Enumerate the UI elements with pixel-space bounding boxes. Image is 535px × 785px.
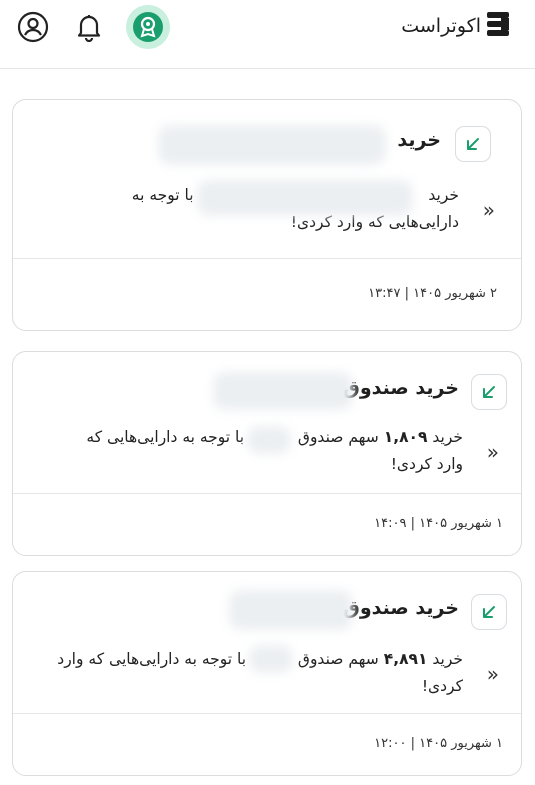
notification-date: ۲ شهریور ۱۴۰۵ | ۱۳:۴۷ xyxy=(368,286,497,301)
brand[interactable]: اکوتراست xyxy=(401,12,513,40)
notification-card[interactable]: خرید صندوق خرید ۱,۸۰۹ سهم صندوق با توجه … xyxy=(12,351,522,556)
notification-title: خرید صندوق xyxy=(342,377,459,399)
notification-card[interactable]: خرید خرید با توجه به دارایی‌هایی که وارد… xyxy=(12,99,522,331)
message-text: با توجه به xyxy=(131,186,194,204)
notification-card[interactable]: خرید صندوق خرید ۴,۸۹۱ سهم صندوق با توجه … xyxy=(12,571,522,776)
notification-title: خرید xyxy=(397,129,441,151)
message-text: سهم صندوق xyxy=(297,650,379,668)
notification-date: ۱ شهریور ۱۴۰۵ | ۱۴:۰۹ xyxy=(374,516,503,531)
divider xyxy=(13,713,521,714)
message-text: خرید xyxy=(428,186,459,204)
bell-icon[interactable] xyxy=(70,8,108,46)
badge-icon[interactable] xyxy=(126,5,170,49)
message-text: خرید xyxy=(432,650,463,668)
redacted-name xyxy=(229,590,353,630)
redacted-name xyxy=(158,125,386,165)
redacted-name xyxy=(213,372,353,410)
message-text: با توجه به دارایی‌هایی که وارد xyxy=(57,650,247,668)
redacted-name xyxy=(247,426,291,454)
brand-logo-icon xyxy=(487,12,513,40)
share-amount: ۱,۸۰۹ xyxy=(383,428,428,446)
message-text: کردی! xyxy=(421,677,463,695)
message-text: وارد کردی! xyxy=(390,455,463,473)
notification-date: ۱ شهریور ۱۴۰۵ | ۱۲:۰۰ xyxy=(374,736,503,751)
message-text: سهم صندوق xyxy=(297,428,379,446)
redacted-name xyxy=(249,645,293,673)
user-icon[interactable] xyxy=(14,8,52,46)
expand-chevron-icon[interactable]: » xyxy=(487,440,499,464)
expand-chevron-icon[interactable]: » xyxy=(487,662,499,686)
divider xyxy=(13,258,521,259)
message-text: با توجه به دارایی‌هایی که xyxy=(86,428,245,446)
brand-name: اکوتراست xyxy=(401,15,481,37)
redacted-name xyxy=(197,180,413,216)
buy-arrow-icon xyxy=(455,126,491,162)
divider xyxy=(13,493,521,494)
notification-title: خرید صندوق xyxy=(342,597,459,619)
notification-message: خرید ۴,۸۹۱ سهم صندوق با توجه به دارایی‌ه… xyxy=(33,646,463,700)
top-bar: اکوتراست xyxy=(0,0,535,69)
message-text: خرید xyxy=(432,428,463,446)
expand-chevron-icon[interactable]: » xyxy=(483,198,495,222)
share-amount: ۴,۸۹۱ xyxy=(383,650,428,668)
buy-arrow-icon xyxy=(471,594,507,630)
buy-arrow-icon xyxy=(471,374,507,410)
